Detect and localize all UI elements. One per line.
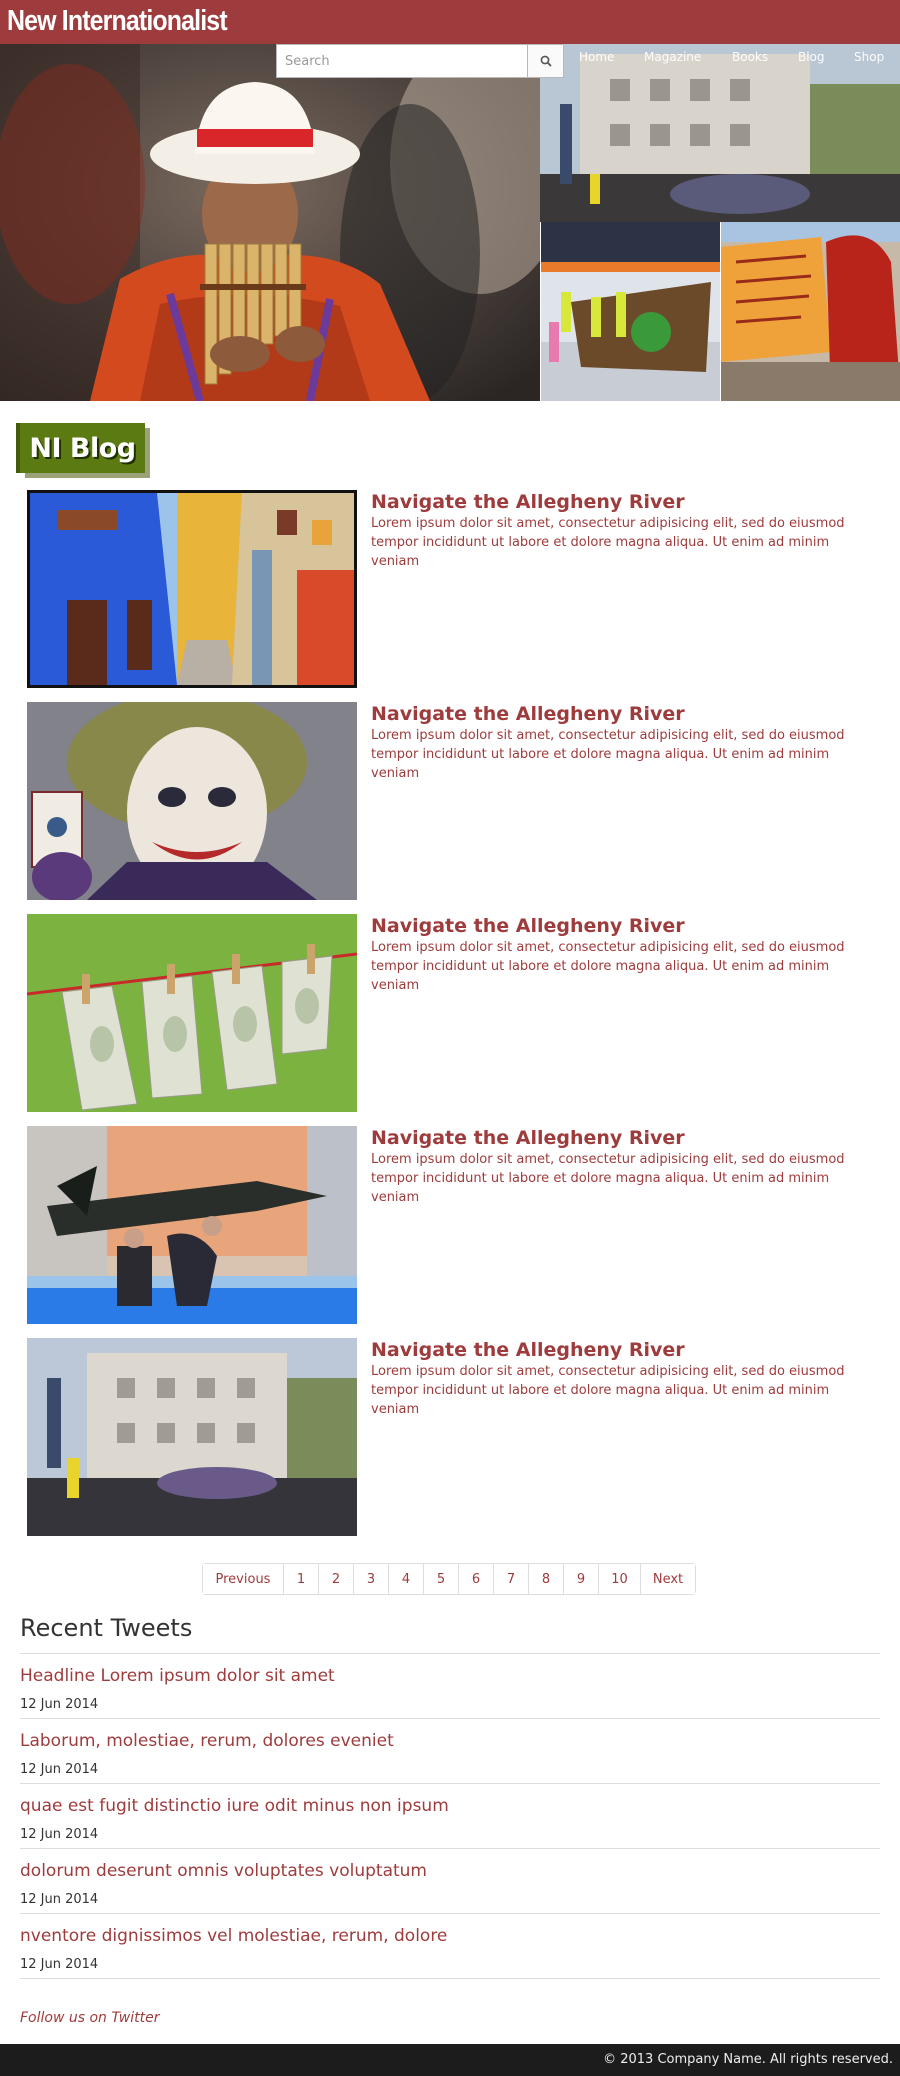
pagination-page[interactable]: 1 xyxy=(283,1564,318,1594)
post-body: Navigate the Allegheny River Lorem ipsum… xyxy=(371,1338,871,1419)
header-bar: New Internationalist xyxy=(0,0,900,44)
search-button[interactable] xyxy=(527,45,563,77)
blog-badge-label: NI Blog xyxy=(29,432,136,464)
tweet-headline[interactable]: quae est fugit distinctio iure odit minu… xyxy=(20,1796,449,1816)
post-body: Navigate the Allegheny River Lorem ipsum… xyxy=(371,1126,871,1207)
tweet-headline[interactable]: Headline Lorem ipsum dolor sit amet xyxy=(20,1666,335,1686)
post-excerpt: Lorem ipsum dolor sit amet, consectetur … xyxy=(371,516,845,569)
post-title[interactable]: Navigate the Allegheny River xyxy=(371,1126,871,1150)
post-body: Navigate the Allegheny River Lorem ipsum… xyxy=(371,702,871,783)
divider xyxy=(20,1718,880,1719)
tweet-date: 12 Jun 2014 xyxy=(20,1697,99,1712)
pagination-page[interactable]: 5 xyxy=(423,1564,458,1594)
divider xyxy=(20,1978,880,1979)
hero-thumb-march[interactable] xyxy=(540,222,720,401)
nav-books[interactable]: Books xyxy=(732,44,768,64)
nav-blog[interactable]: Blog xyxy=(798,44,825,64)
tweet-headline[interactable]: nventore dignissimos vel molestiae, reru… xyxy=(20,1926,447,1946)
tweet-date: 12 Jun 2014 xyxy=(20,1762,99,1777)
pagination-next[interactable]: Next xyxy=(640,1564,695,1594)
tweet-headline[interactable]: Laborum, molestiae, rerum, dolores eveni… xyxy=(20,1731,394,1751)
post-excerpt: Lorem ipsum dolor sit amet, consectetur … xyxy=(371,940,845,993)
pagination-page[interactable]: 8 xyxy=(528,1564,563,1594)
post-title[interactable]: Navigate the Allegheny River xyxy=(371,490,871,514)
search-input[interactable] xyxy=(277,45,527,77)
nav-home[interactable]: Home xyxy=(579,44,614,64)
pagination-previous[interactable]: Previous xyxy=(203,1564,283,1594)
nav-shop[interactable]: Shop xyxy=(854,44,884,64)
post-image[interactable] xyxy=(27,490,357,688)
hero-banner xyxy=(0,44,900,401)
tweets-heading: Recent Tweets xyxy=(20,1614,193,1642)
divider xyxy=(20,1783,880,1784)
pagination-page[interactable]: 10 xyxy=(598,1564,640,1594)
hero-main-image[interactable] xyxy=(0,44,540,401)
post-title[interactable]: Navigate the Allegheny River xyxy=(371,702,871,726)
post-image[interactable] xyxy=(27,1126,357,1324)
search-box xyxy=(276,44,564,78)
pagination: Previous 1 2 3 4 5 6 7 8 9 10 Next xyxy=(202,1563,696,1595)
pagination-page[interactable]: 2 xyxy=(318,1564,353,1594)
post-excerpt: Lorem ipsum dolor sit amet, consectetur … xyxy=(371,728,845,781)
site-logo[interactable]: New Internationalist xyxy=(7,2,228,40)
post-title[interactable]: Navigate the Allegheny River xyxy=(371,1338,871,1362)
post-body: Navigate the Allegheny River Lorem ipsum… xyxy=(371,490,871,571)
tweet-headline[interactable]: dolorum deserunt omnis voluptates volupt… xyxy=(20,1861,427,1881)
pagination-page[interactable]: 6 xyxy=(458,1564,493,1594)
footer: © 2013 Company Name. All rights reserved… xyxy=(0,2044,900,2076)
tweet-date: 12 Jun 2014 xyxy=(20,1827,99,1842)
post-image[interactable] xyxy=(27,914,357,1112)
hero-thumb-banner[interactable] xyxy=(720,222,900,401)
copyright-text: © 2013 Company Name. All rights reserved… xyxy=(603,2052,893,2067)
post-title[interactable]: Navigate the Allegheny River xyxy=(371,914,871,938)
post-excerpt: Lorem ipsum dolor sit amet, consectetur … xyxy=(371,1152,845,1205)
post-body: Navigate the Allegheny River Lorem ipsum… xyxy=(371,914,871,995)
pagination-page[interactable]: 4 xyxy=(388,1564,423,1594)
divider xyxy=(20,1913,880,1914)
post-image[interactable] xyxy=(27,702,357,900)
pagination-page[interactable]: 3 xyxy=(353,1564,388,1594)
nav-magazine[interactable]: Magazine xyxy=(644,44,701,64)
pagination-page[interactable]: 7 xyxy=(493,1564,528,1594)
blog-badge: NI Blog xyxy=(20,423,145,473)
divider xyxy=(20,1653,880,1654)
divider xyxy=(20,1848,880,1849)
tweet-date: 12 Jun 2014 xyxy=(20,1892,99,1907)
post-image[interactable] xyxy=(27,1338,357,1536)
follow-twitter-link[interactable]: Follow us on Twitter xyxy=(20,2010,159,2026)
main-nav: Home Magazine Books Blog Shop xyxy=(564,44,900,74)
tweet-date: 12 Jun 2014 xyxy=(20,1957,99,1972)
pagination-page[interactable]: 9 xyxy=(563,1564,598,1594)
search-icon xyxy=(540,52,552,71)
post-excerpt: Lorem ipsum dolor sit amet, consectetur … xyxy=(371,1364,845,1417)
